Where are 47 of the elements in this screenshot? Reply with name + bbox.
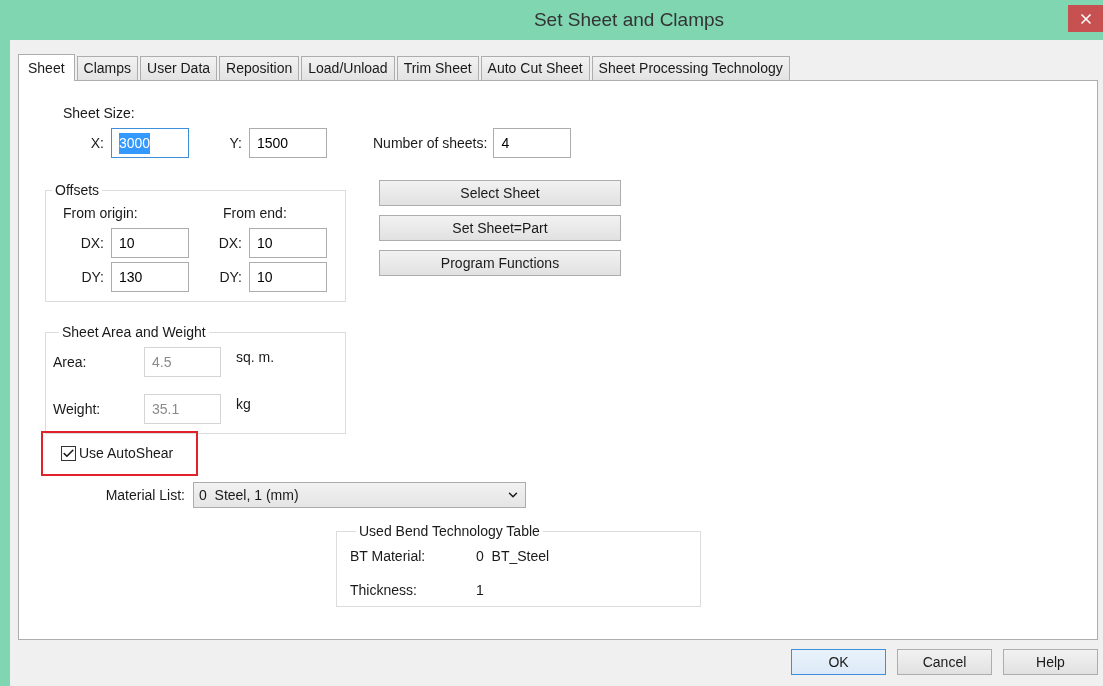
section-label: Sheet Size: [63,104,136,123]
tab[interactable]: Sheet [18,54,75,81]
dialog-button[interactable]: OK [791,649,886,675]
tab[interactable]: Sheet Processing Technology [591,56,790,80]
dialog-button[interactable]: Cancel [897,649,992,675]
window-title: Set Sheet and Clamps [533,7,725,32]
input-field[interactable]: 10 [249,262,327,292]
autoshear-checkbox[interactable]: Use AutoShear [61,443,174,464]
material-dropdown[interactable]: 0 Steel, 1 (mm) [193,482,526,508]
field-label: Y: [228,133,243,153]
field-label: Area: [53,352,88,372]
unit-label: kg [236,395,251,414]
field-label: DX: [79,233,105,253]
field-label: BT Material: [350,547,427,566]
tab[interactable]: Trim Sheet [396,56,479,80]
input-field[interactable]: 10 [111,228,189,258]
unit-label: sq. m. [236,348,275,367]
tab[interactable]: Auto Cut Sheet [480,56,590,80]
field-label: Thickness: [350,581,418,600]
group-title: Sheet Area and Weight [61,323,207,342]
field-label: Material List: [104,485,186,505]
input-field[interactable]: 1500 [249,128,327,158]
action-button[interactable]: Set Sheet=Part [379,215,621,241]
column-heading: From end: [223,204,288,223]
tab[interactable]: User Data [140,56,218,80]
field-label: DY: [80,267,105,287]
tab[interactable]: Clamps [76,56,139,80]
group-title: Used Bend Technology Table [358,522,541,541]
tab[interactable]: Reposition [219,56,300,80]
checkbox[interactable] [61,446,76,461]
field-label: Weight: [53,399,102,419]
input-field[interactable]: 10 [249,228,327,258]
column-heading: From origin: [63,204,139,223]
tab[interactable]: Load/Unload [301,56,395,80]
check-icon [62,447,75,460]
field-value: 1 [476,581,484,600]
field-label: X: [89,133,105,153]
action-button[interactable]: Select Sheet [379,180,621,206]
field-value: 0 BT_Steel [476,547,550,566]
dialog-button[interactable]: Help [1003,649,1098,675]
input-field[interactable]: 130 [111,262,189,292]
field-label: DY: [218,267,243,287]
field-label: Number of sheets: [373,133,488,153]
field-label: DX: [217,233,243,253]
action-button[interactable]: Program Functions [379,250,621,276]
input-field[interactable]: 4 [493,128,572,158]
group-title: Offsets [54,181,101,200]
